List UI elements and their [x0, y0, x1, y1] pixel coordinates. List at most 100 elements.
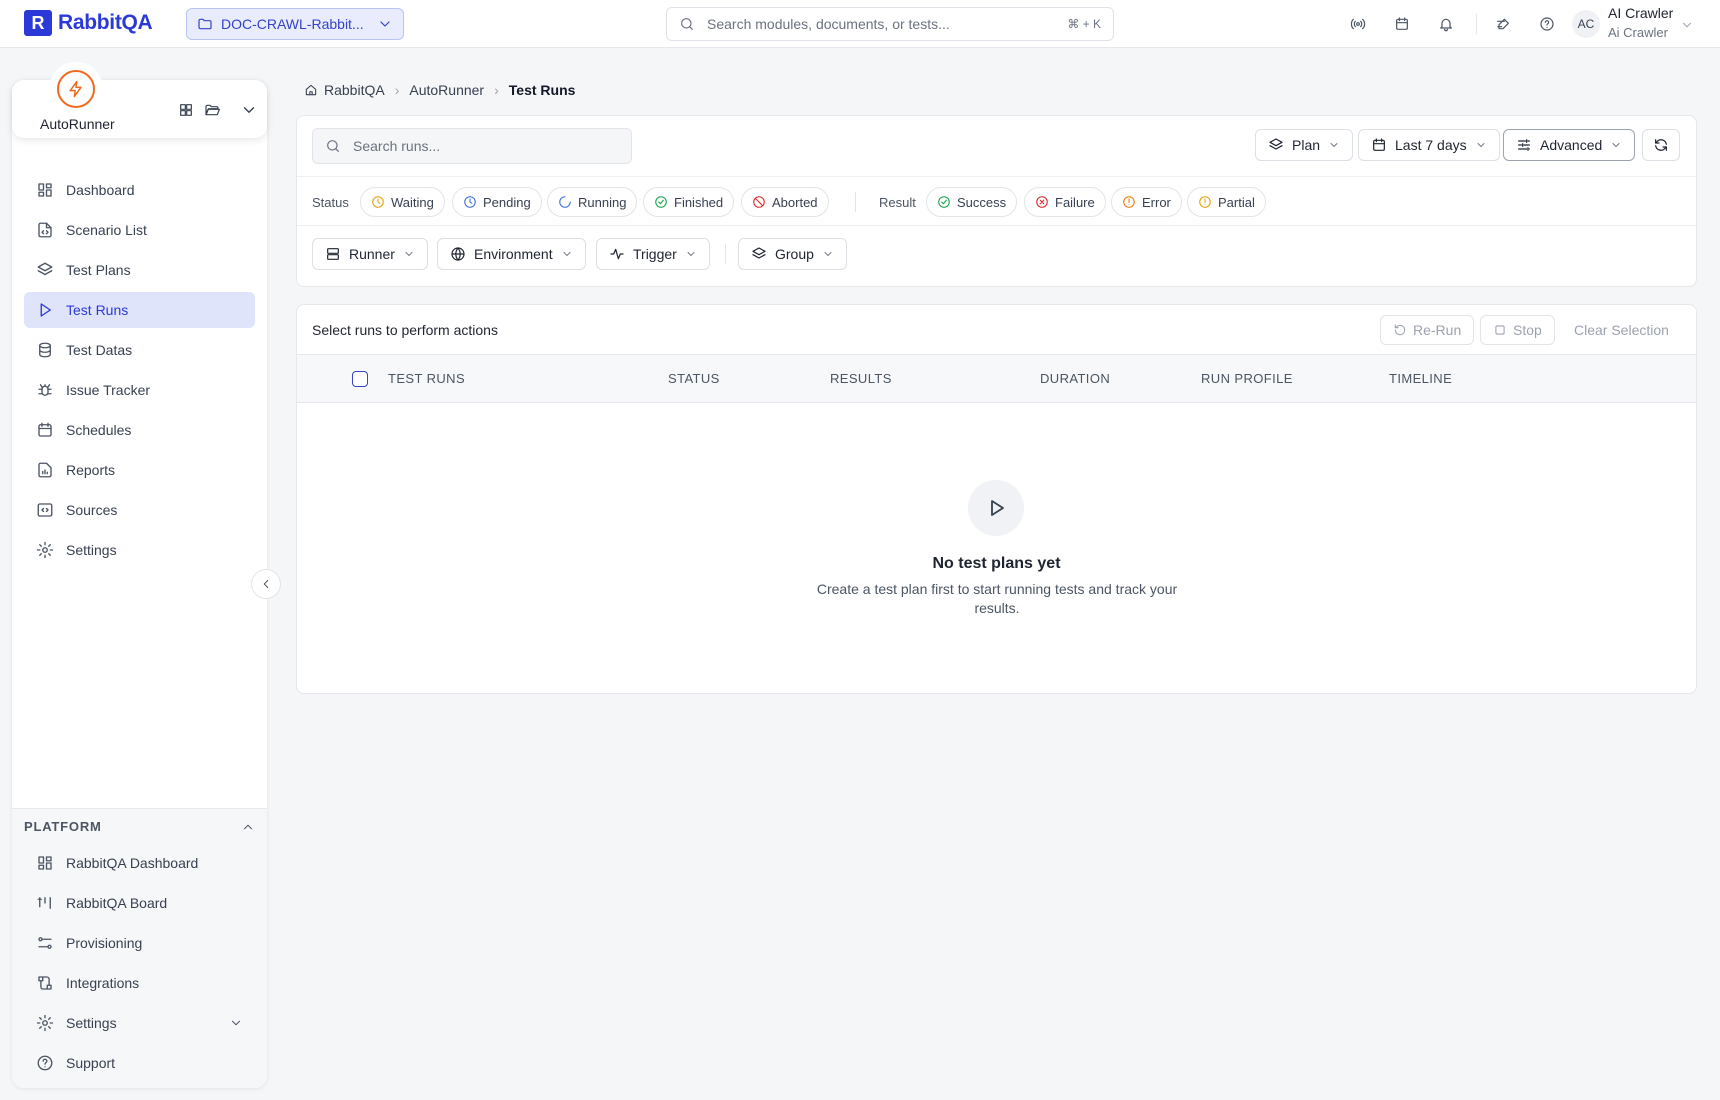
group-filter-label: Group [775, 246, 814, 262]
module-switcher[interactable]: AutoRunner [12, 62, 267, 138]
layers-icon [1269, 138, 1283, 150]
sidebar-item-label: Integrations [66, 975, 140, 991]
platform-heading[interactable]: PLATFORM [24, 819, 255, 834]
runs-search-input[interactable]: Search runs... [312, 128, 632, 164]
date-range-label: Last 7 days [1395, 137, 1467, 153]
sidebar-item-label: Reports [66, 462, 116, 478]
divider [725, 244, 726, 264]
column-header-duration[interactable]: DURATION [1040, 371, 1110, 386]
gear-icon [36, 541, 54, 559]
breadcrumb-current: Test Runs [508, 82, 576, 98]
sidebar-item-support[interactable]: Support [24, 1045, 255, 1081]
refresh-button[interactable] [1642, 129, 1680, 161]
avatar[interactable]: AC [1572, 10, 1600, 38]
result-chip-failure[interactable]: Failure [1024, 187, 1106, 217]
sidebar-item-test-plans[interactable]: Test Plans [24, 252, 255, 288]
sidebar-item-label: Sources [66, 502, 118, 518]
alert-circle-icon [1123, 196, 1135, 208]
chip-label: Waiting [391, 194, 434, 210]
trigger-filter-button[interactable]: Trigger [596, 238, 710, 270]
column-header-run-profile[interactable]: RUN PROFILE [1201, 371, 1293, 386]
layers-icon [752, 247, 766, 259]
home-icon [305, 84, 317, 96]
sidebar-item-sources[interactable]: Sources [24, 492, 255, 528]
palette-icon[interactable] [1493, 14, 1513, 34]
result-chip-success[interactable]: Success [926, 187, 1018, 217]
clock-icon [372, 196, 384, 208]
sidebar-item-test-runs[interactable]: Test Runs [24, 292, 255, 328]
sidebar-item-test-datas[interactable]: Test Datas [24, 332, 255, 368]
column-header-timeline[interactable]: TIMELINE [1389, 371, 1452, 386]
calendar-icon [38, 422, 52, 437]
environment-filter-button[interactable]: Environment [437, 238, 586, 270]
environment-filter-label: Environment [474, 246, 553, 262]
status-chip-running[interactable]: Running [547, 187, 638, 217]
sidebar-item-reports[interactable]: Reports [24, 452, 255, 488]
result-chip-partial[interactable]: Partial [1187, 187, 1266, 217]
runs-search-placeholder: Search runs... [353, 138, 441, 154]
result-chip-error[interactable]: Error [1111, 187, 1182, 217]
module-logo [49, 62, 103, 116]
breadcrumb-rabbitqa[interactable]: RabbitQA [324, 82, 385, 98]
stop-button[interactable]: Stop [1480, 315, 1555, 345]
divider [855, 192, 856, 212]
report-icon [38, 462, 52, 478]
sidebar-item-rabbitqa-dashboard[interactable]: RabbitQA Dashboard [24, 845, 255, 881]
column-header-status[interactable]: STATUS [668, 371, 720, 386]
plan-filter-button[interactable]: Plan [1255, 129, 1354, 161]
folder-open-icon[interactable] [204, 102, 220, 118]
status-filter-label: Status [312, 195, 349, 210]
sidebar-item-integrations[interactable]: Integrations [24, 965, 255, 1001]
sliders-icon [1518, 139, 1530, 151]
sidebar-item-platform-settings[interactable]: Settings [24, 1005, 255, 1041]
breadcrumb-autorunner[interactable]: AutoRunner [409, 82, 484, 98]
advanced-filter-button[interactable]: Advanced [1503, 129, 1636, 161]
status-chip-pending[interactable]: Pending [452, 187, 542, 217]
runner-filter-button[interactable]: Runner [312, 238, 428, 270]
status-chip-aborted[interactable]: Aborted [741, 187, 829, 217]
grid-icon[interactable] [178, 102, 194, 118]
status-chip-finished[interactable]: Finished [643, 187, 735, 217]
user-role: Ai Crawler [1608, 25, 1668, 40]
search-icon [681, 18, 693, 30]
clear-selection-button[interactable]: Clear Selection [1574, 322, 1669, 338]
group-filter-button[interactable]: Group [738, 238, 847, 270]
calendar-icon[interactable] [1392, 14, 1412, 34]
date-range-button[interactable]: Last 7 days [1358, 129, 1500, 161]
sidebar-item-label: Test Plans [66, 262, 131, 278]
empty-state-play-icon [968, 480, 1024, 536]
sidebar-item-provisioning[interactable]: Provisioning [24, 925, 255, 961]
board-icon [37, 897, 51, 909]
user-menu[interactable]: AI Crawler Ai Crawler [1608, 5, 1673, 40]
sidebar-item-dashboard[interactable]: Dashboard [24, 172, 255, 208]
sidebar-item-schedules[interactable]: Schedules [24, 412, 255, 448]
select-all-checkbox[interactable] [352, 371, 368, 387]
folder-icon [198, 18, 212, 30]
bell-icon[interactable] [1436, 14, 1456, 34]
provisioning-icon [38, 937, 52, 949]
sidebar-item-issue-tracker[interactable]: Issue Tracker [24, 372, 255, 408]
rabbitqa-logo[interactable]: R RabbitQA [24, 10, 153, 36]
sidebar-item-label: Settings [66, 542, 117, 558]
status-chip-waiting[interactable]: Waiting [360, 187, 445, 217]
collapse-sidebar-button[interactable] [251, 569, 281, 599]
column-header-test-runs[interactable]: TEST RUNS [388, 371, 465, 386]
chevron-down-icon[interactable] [240, 101, 258, 119]
chevron-down-icon[interactable] [1680, 18, 1694, 32]
help-icon[interactable] [1537, 14, 1557, 34]
project-selector[interactable]: DOC-CRAWL-Rabbit... [186, 8, 404, 40]
column-header-results[interactable]: RESULTS [830, 371, 892, 386]
broadcast-icon[interactable] [1348, 14, 1368, 34]
file-code-icon [38, 222, 52, 238]
calendar-icon [1373, 138, 1385, 151]
ban-icon [753, 196, 765, 208]
sidebar-item-scenario-list[interactable]: Scenario List [24, 212, 255, 248]
global-search-input[interactable]: Search modules, documents, or tests... ⌘… [666, 7, 1114, 41]
sidebar-item-label: Scenario List [66, 222, 147, 238]
rerun-button[interactable]: Re-Run [1380, 315, 1475, 345]
sidebar-item-settings[interactable]: Settings [24, 532, 255, 568]
logo-mark: R [24, 10, 52, 36]
empty-state-title: No test plans yet [932, 555, 1061, 572]
sidebar-item-rabbitqa-board[interactable]: RabbitQA Board [24, 885, 255, 921]
user-name: AI Crawler [1608, 5, 1674, 21]
